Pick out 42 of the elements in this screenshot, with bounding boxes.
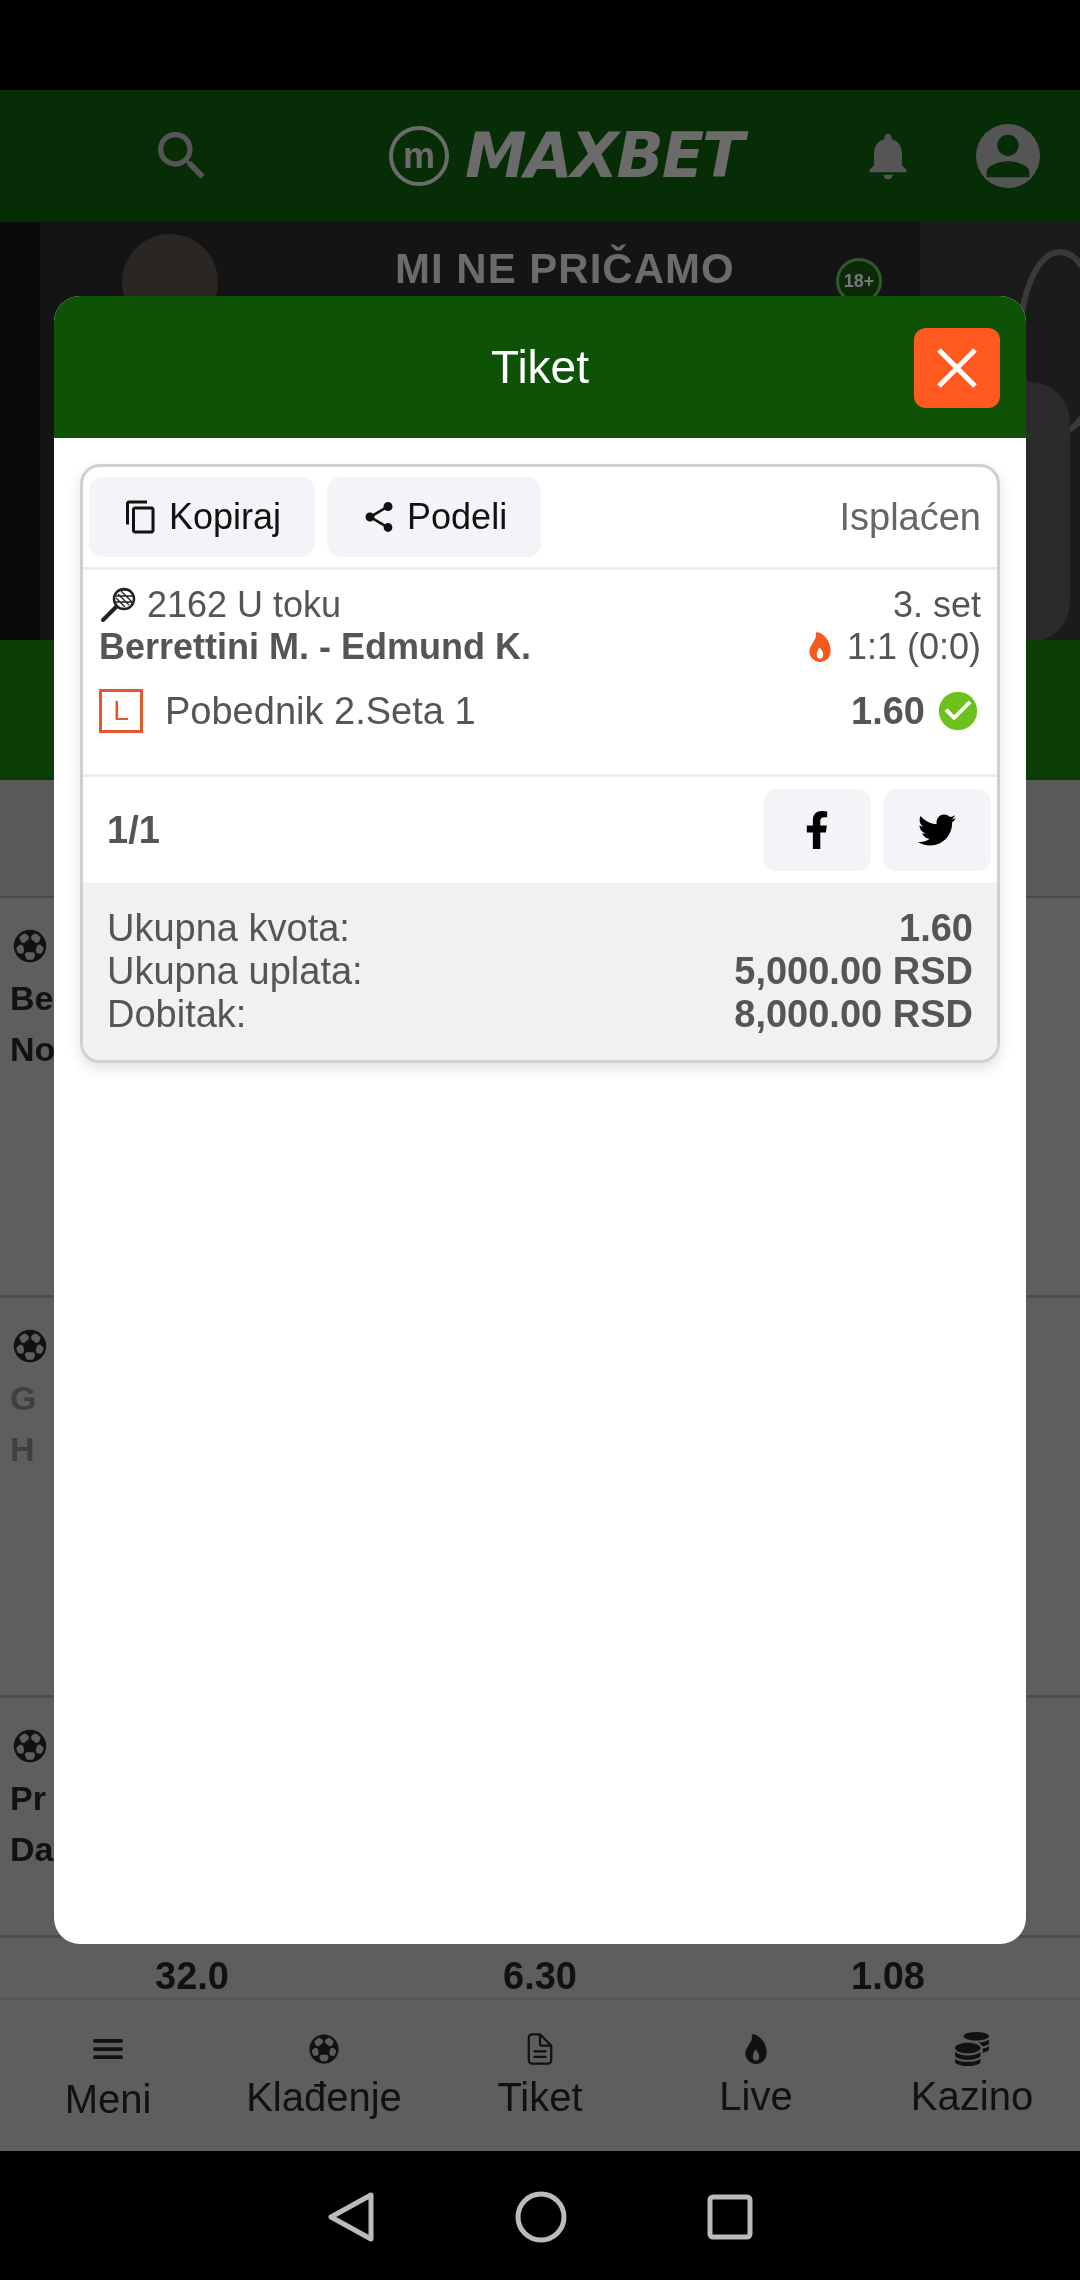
event-count: 1/1 (107, 808, 160, 852)
casino-chip-icon (955, 2032, 989, 2066)
match-team-name: Da (10, 1831, 54, 1869)
event-match: Berrettini M. - Edmund K. (99, 626, 531, 668)
home-icon[interactable] (515, 2191, 567, 2243)
nav-tab[interactable]: Meni (0, 2000, 216, 2151)
total-label: Dobitak: (107, 993, 247, 1036)
nav-tab[interactable]: Klađenje (216, 2000, 432, 2151)
total-value: 5,000.00 RSD (734, 950, 973, 993)
event-info: 2162 U toku (147, 584, 342, 626)
total-label: Ukupna uplata: (107, 950, 363, 993)
close-icon (935, 346, 979, 390)
total-label: Ukupna kvota: (107, 907, 350, 950)
bet-odd: 1.60 (851, 689, 925, 733)
odds-value[interactable]: 32.0 (18, 1955, 366, 1998)
nav-tab[interactable]: Kazino (864, 2000, 1080, 2151)
action-button[interactable]: Kopiraj (89, 477, 316, 557)
action-button[interactable]: Podeli (327, 477, 542, 557)
odds-value[interactable]: 6.30 (366, 1955, 714, 1998)
bet-type-badge: L (99, 689, 143, 733)
odds-value[interactable]: 1.08 (714, 1955, 1062, 1998)
match-team-name: Pr (10, 1780, 46, 1818)
twitter-button[interactable] (883, 789, 991, 871)
dialog-title: Tiket (491, 340, 589, 394)
nav-tab[interactable]: Tiket (432, 2000, 648, 2151)
tennis-racket-icon (99, 586, 137, 624)
back-icon[interactable] (327, 2191, 375, 2243)
facebook-button[interactable] (763, 789, 871, 871)
ticket-status: Isplaćen (839, 495, 981, 539)
logo-mark: m (389, 126, 449, 186)
event-period: 3. set (892, 584, 981, 626)
close-button[interactable] (914, 328, 1000, 408)
banner-title: MI NE PRIČAMO (395, 244, 735, 294)
total-value: 8,000.00 RSD (734, 993, 973, 1036)
logo: MAXBET (461, 117, 757, 195)
total-value: 1.60 (899, 907, 973, 950)
nav-tab[interactable]: Live (648, 2000, 864, 2151)
bet-pick: Pobednik 2.Seta 1 (165, 689, 476, 733)
match-team-name: No (10, 1031, 56, 1069)
match-team-name: Be (10, 980, 54, 1018)
recents-icon[interactable] (707, 2194, 753, 2240)
event-score: 1:1 (0:0) (846, 626, 981, 668)
